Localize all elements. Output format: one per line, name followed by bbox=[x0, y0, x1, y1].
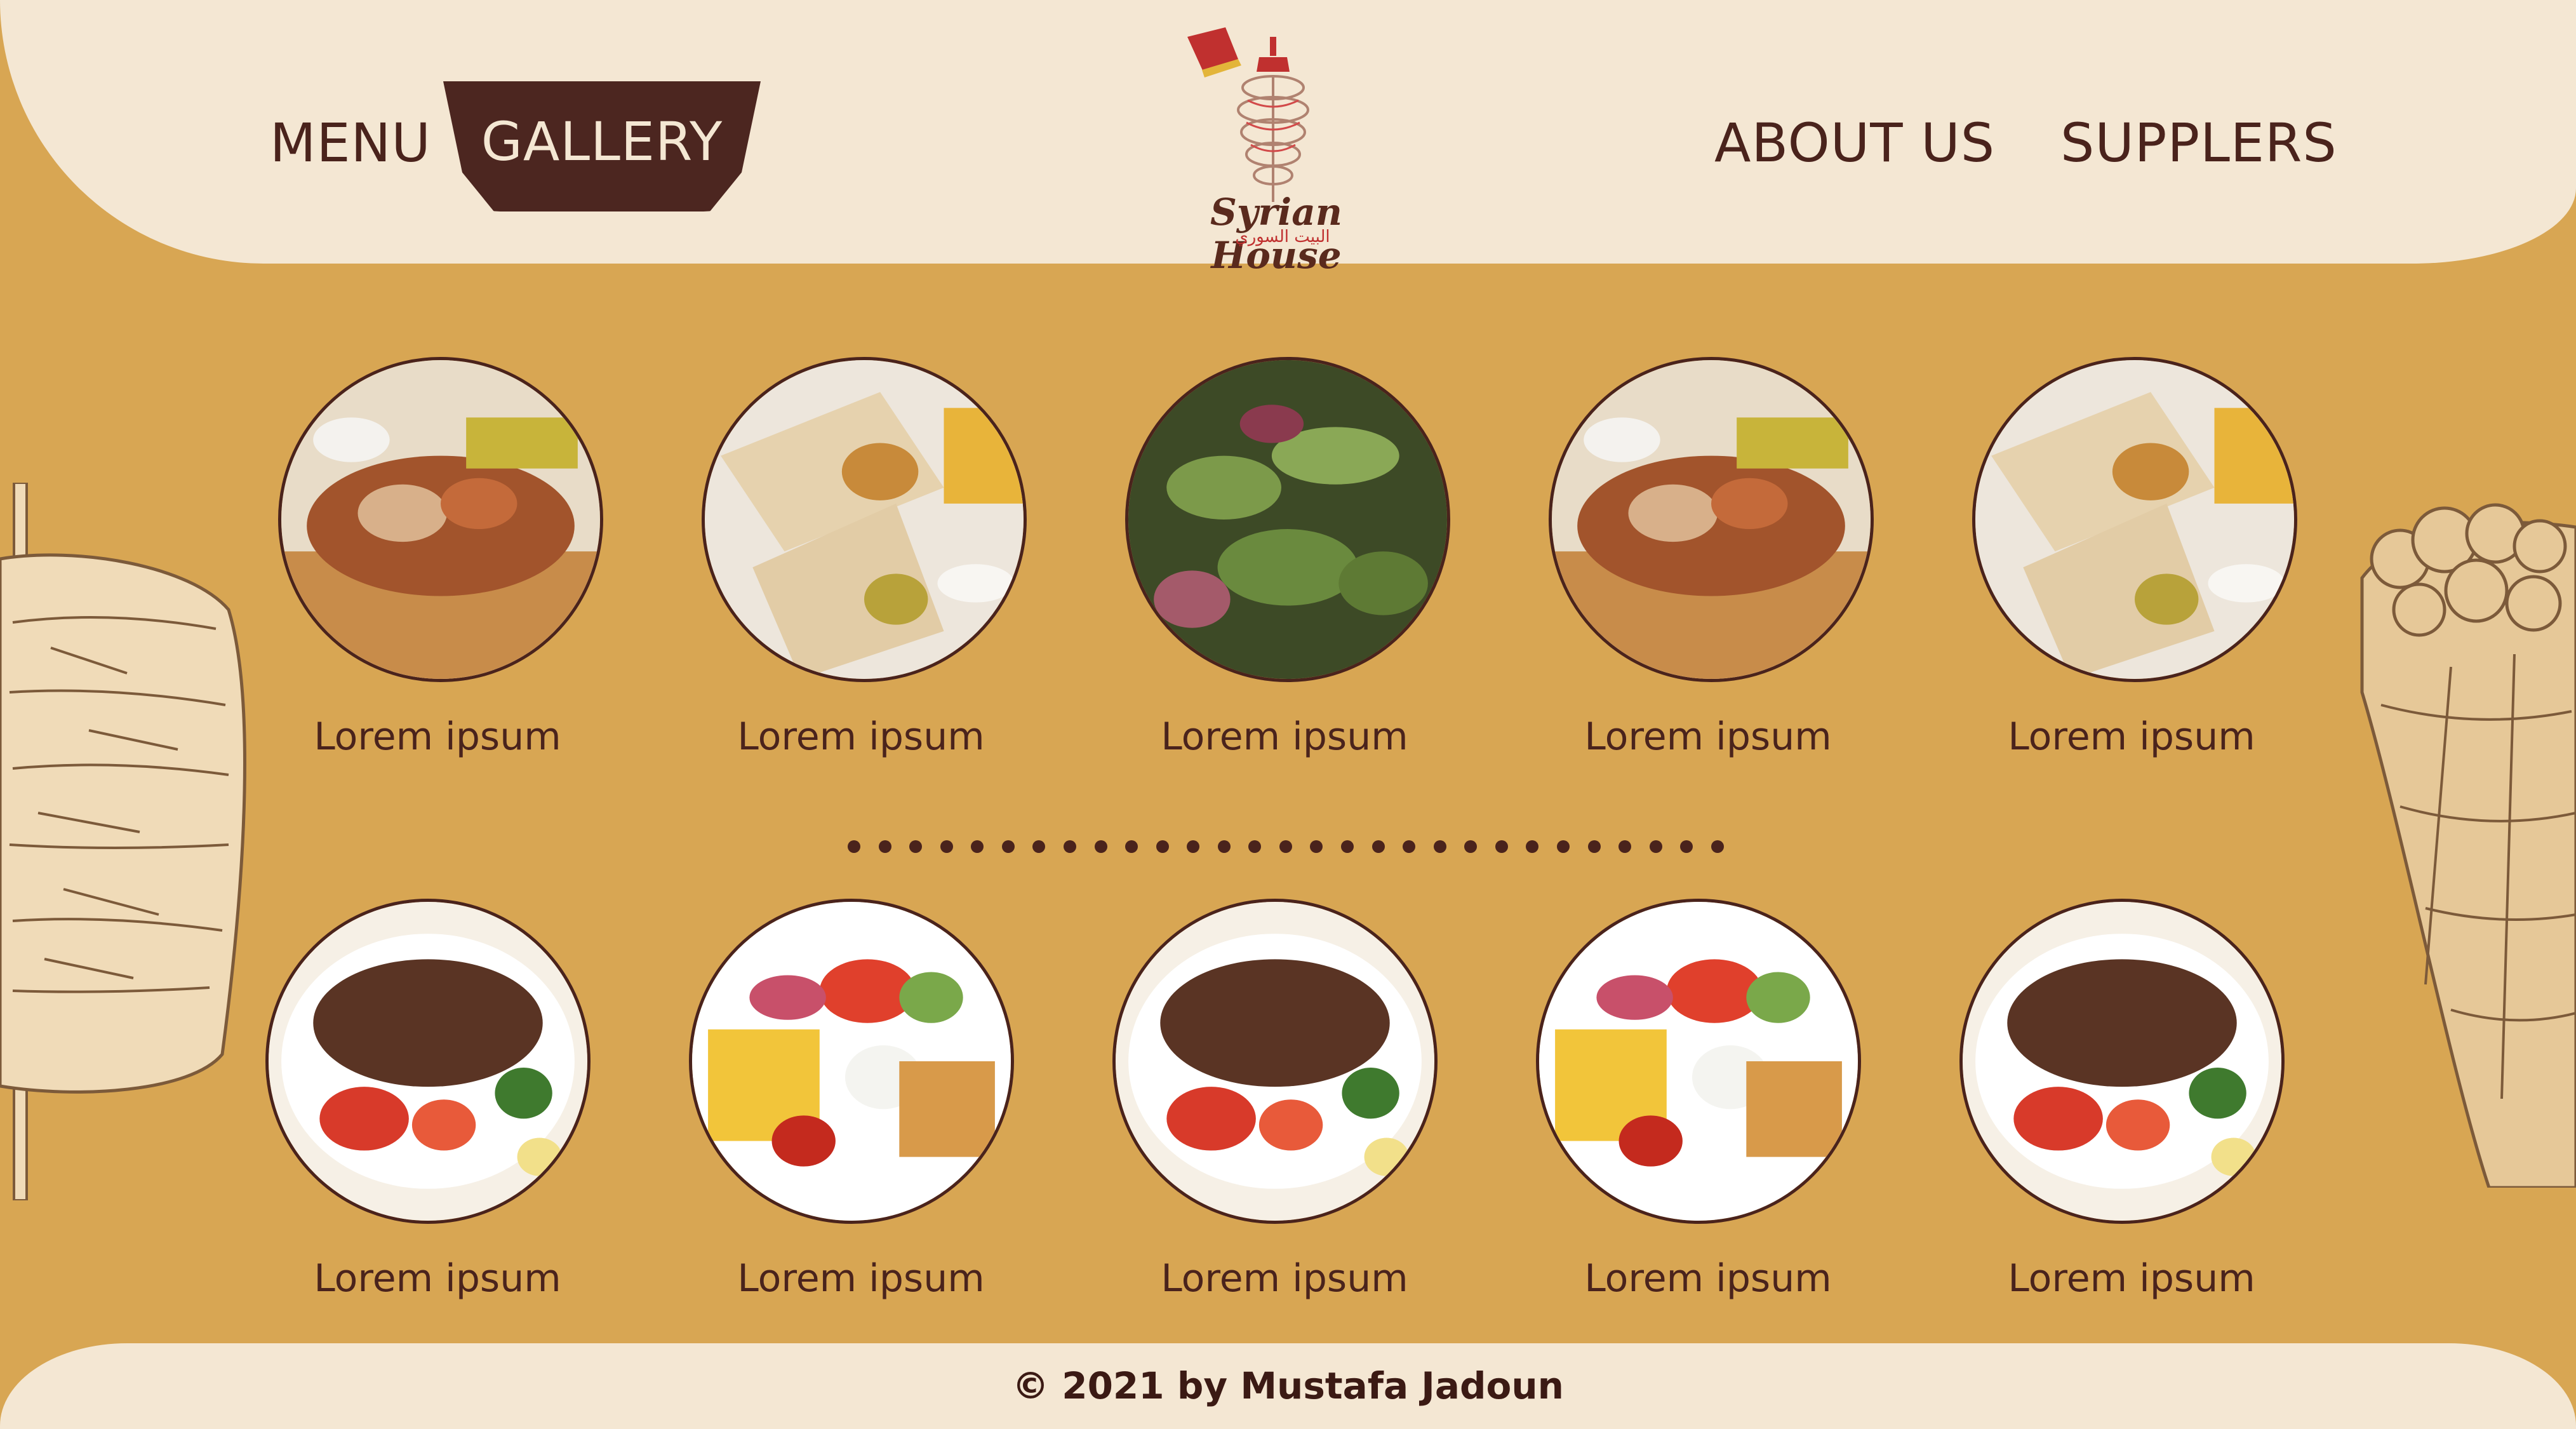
dish-photo[interactable] bbox=[1125, 357, 1450, 682]
dish-photo[interactable] bbox=[702, 357, 1027, 682]
nav-about-us[interactable]: ABOUT US bbox=[1714, 102, 1995, 184]
dish-caption: Lorem ipsum bbox=[737, 714, 985, 759]
dish-caption: Lorem ipsum bbox=[1161, 714, 1408, 759]
dish-caption: Lorem ipsum bbox=[314, 714, 561, 759]
dish-photo[interactable] bbox=[1112, 899, 1438, 1224]
nav-suppliers[interactable]: SUPPLERS bbox=[2060, 102, 2337, 184]
dish-caption: Lorem ipsum bbox=[2008, 1256, 2255, 1301]
logo-arabic-name: البيت السوري bbox=[1235, 227, 1330, 246]
dish-caption: Lorem ipsum bbox=[737, 1256, 985, 1301]
dish-photo[interactable] bbox=[1972, 357, 2297, 682]
dish-photo[interactable] bbox=[278, 357, 603, 682]
divider-dots bbox=[848, 837, 1724, 856]
dish-photo[interactable] bbox=[265, 899, 591, 1224]
shawarma-wrap-sketch-icon bbox=[2360, 503, 2576, 1188]
nav-gallery-active[interactable]: GALLERY bbox=[443, 81, 761, 211]
dish-caption: Lorem ipsum bbox=[2008, 714, 2255, 759]
dish-photo[interactable] bbox=[1959, 899, 2285, 1224]
dish-photo[interactable] bbox=[689, 899, 1014, 1224]
dish-caption: Lorem ipsum bbox=[1161, 1256, 1408, 1301]
shawarma-spit-sketch-icon bbox=[0, 483, 246, 1200]
footer-copyright: © 2021 by Mustafa Jadoun bbox=[1012, 1364, 1564, 1407]
dish-caption: Lorem ipsum bbox=[1584, 714, 1832, 759]
dish-caption: Lorem ipsum bbox=[314, 1256, 561, 1301]
nav-menu[interactable]: MENU bbox=[270, 102, 431, 184]
dish-photo[interactable] bbox=[1549, 357, 1874, 682]
dish-photo[interactable] bbox=[1536, 899, 1861, 1224]
dish-caption: Lorem ipsum bbox=[1584, 1256, 1832, 1301]
